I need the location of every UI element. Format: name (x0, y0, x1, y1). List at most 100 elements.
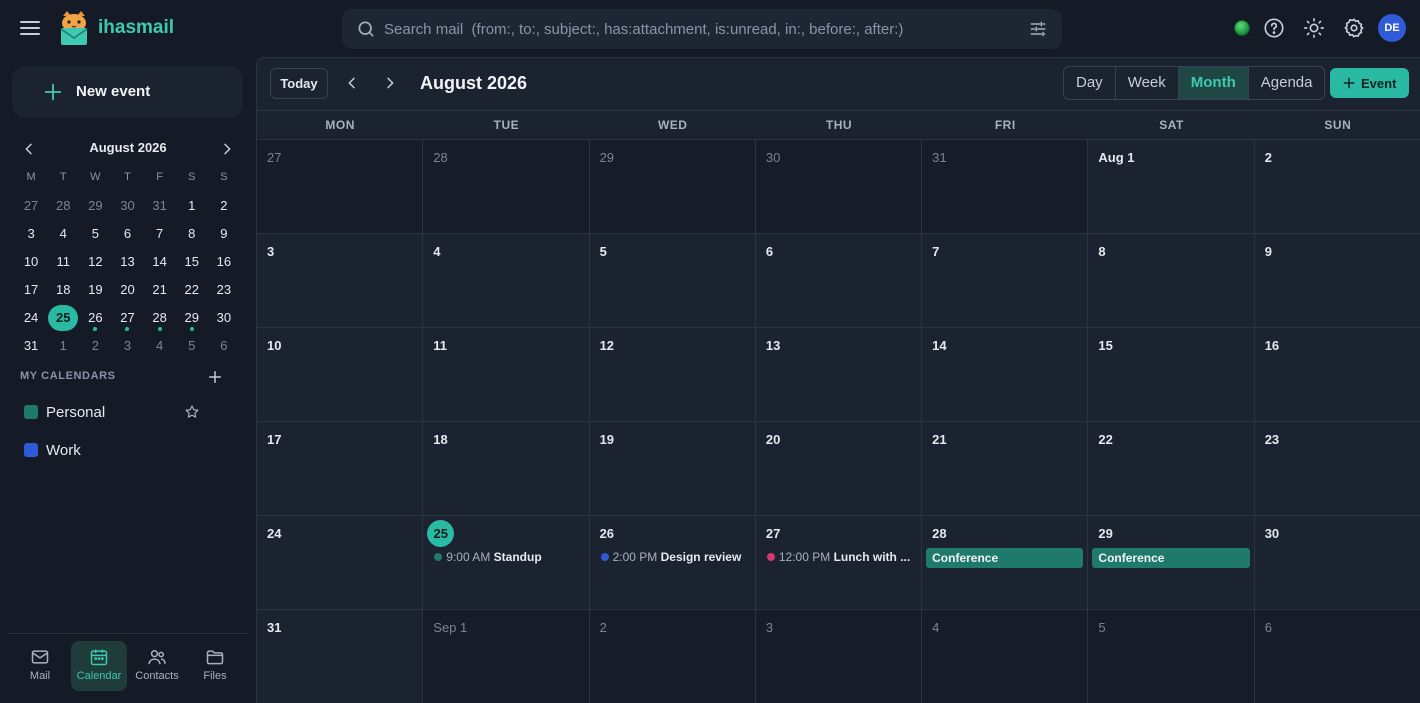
mini-day[interactable]: 3 (15, 220, 47, 248)
mini-day[interactable]: 2 (79, 332, 111, 360)
all-day-event[interactable]: Conference (1092, 548, 1250, 568)
mini-day[interactable]: 6 (208, 332, 240, 360)
day-cell[interactable]: 2 (589, 610, 756, 703)
day-cell[interactable]: 16 (1255, 328, 1420, 421)
nav-contacts[interactable]: Contacts (129, 641, 185, 691)
mini-day[interactable]: 27 (111, 304, 143, 332)
mini-day[interactable]: 3 (111, 332, 143, 360)
mini-day[interactable]: 27 (15, 192, 47, 220)
mini-day[interactable]: 19 (79, 276, 111, 304)
add-calendar-icon[interactable] (206, 368, 224, 386)
mini-day[interactable]: 14 (144, 248, 176, 276)
day-cell[interactable]: 15 (1088, 328, 1255, 421)
settings-gear-icon[interactable] (1343, 17, 1365, 39)
calendar-event[interactable]: 2:00 PM Design review (600, 550, 747, 566)
new-event-button[interactable]: New event (12, 67, 243, 117)
day-cell[interactable]: 19 (590, 422, 756, 515)
mini-day[interactable]: 30 (111, 192, 143, 220)
mini-day[interactable]: 16 (208, 248, 240, 276)
day-cell[interactable]: 30 (1255, 516, 1420, 609)
mini-day[interactable]: 1 (176, 192, 208, 220)
day-cell[interactable]: 23 (1255, 422, 1420, 515)
mini-day-today[interactable]: 25 (47, 304, 79, 332)
day-cell[interactable]: 7 (922, 234, 1089, 327)
mini-day[interactable]: 4 (47, 220, 79, 248)
day-cell[interactable]: 27 (257, 140, 424, 233)
mini-day[interactable]: 4 (144, 332, 176, 360)
mini-day[interactable]: 9 (208, 220, 240, 248)
mini-day[interactable]: 10 (15, 248, 47, 276)
mini-day[interactable]: 31 (144, 192, 176, 220)
mini-day[interactable]: 15 (176, 248, 208, 276)
add-event-button[interactable]: Event (1330, 68, 1409, 98)
day-cell[interactable]: 13 (756, 328, 923, 421)
mini-day[interactable]: 28 (47, 192, 79, 220)
mini-day[interactable]: 6 (111, 220, 143, 248)
day-cell[interactable]: 6 (756, 234, 923, 327)
day-cell[interactable]: 9 (1255, 234, 1420, 327)
day-cell[interactable]: Aug 1 (1088, 140, 1255, 233)
day-cell[interactable]: 14 (922, 328, 1089, 421)
mini-day[interactable]: 11 (47, 248, 79, 276)
mini-day[interactable]: 5 (176, 332, 208, 360)
view-week-button[interactable]: Week (1116, 67, 1179, 99)
calendar-event[interactable]: 12:00 PM Lunch with ... (766, 550, 913, 566)
mini-day[interactable]: 21 (144, 276, 176, 304)
nav-calendar[interactable]: Calendar (71, 641, 127, 691)
mini-day[interactable]: 24 (15, 304, 47, 332)
day-cell[interactable]: 28 (423, 140, 590, 233)
mini-day[interactable]: 31 (15, 332, 47, 360)
day-cell[interactable]: 30 (755, 140, 923, 233)
day-cell-today[interactable]: 25 9:00 AM Standup (423, 516, 590, 609)
day-cell[interactable]: 26 2:00 PM Design review (590, 516, 756, 609)
filter-sliders-icon[interactable] (1028, 19, 1048, 39)
day-cell[interactable]: 31 (922, 140, 1089, 233)
nav-mail[interactable]: Mail (12, 641, 68, 691)
day-cell[interactable]: 5 (590, 234, 756, 327)
mini-day[interactable]: 28 (144, 304, 176, 332)
mini-calendar-prev-icon[interactable] (21, 141, 37, 157)
day-cell[interactable]: 24 (257, 516, 424, 609)
all-day-event[interactable]: Conference (926, 548, 1084, 568)
mini-day[interactable]: 22 (176, 276, 208, 304)
view-day-button[interactable]: Day (1064, 67, 1116, 99)
day-cell[interactable]: Sep 1 (423, 610, 590, 703)
mini-day[interactable]: 12 (79, 248, 111, 276)
day-cell[interactable]: 3 (755, 610, 923, 703)
mini-day[interactable]: 20 (111, 276, 143, 304)
search-input[interactable] (384, 9, 1014, 49)
mini-day[interactable]: 17 (15, 276, 47, 304)
mini-day[interactable]: 7 (144, 220, 176, 248)
day-cell[interactable]: 4 (423, 234, 590, 327)
day-cell[interactable]: 2 (1255, 140, 1420, 233)
day-cell[interactable]: 6 (1254, 610, 1420, 703)
menu-icon[interactable] (18, 16, 42, 40)
mini-day[interactable]: 23 (208, 276, 240, 304)
day-cell[interactable]: 22 (1088, 422, 1255, 515)
view-month-button[interactable]: Month (1178, 67, 1249, 99)
mini-day[interactable]: 5 (79, 220, 111, 248)
nav-files[interactable]: Files (187, 641, 243, 691)
day-cell[interactable]: 29 (589, 140, 756, 233)
day-cell[interactable]: 17 (257, 422, 424, 515)
mini-calendar-next-icon[interactable] (219, 141, 235, 157)
mini-day[interactable]: 8 (176, 220, 208, 248)
help-icon[interactable] (1263, 17, 1285, 39)
mini-day[interactable]: 30 (208, 304, 240, 332)
day-cell[interactable]: 12 (590, 328, 756, 421)
day-cell[interactable]: 11 (423, 328, 590, 421)
day-cell[interactable]: 29 Conference (1088, 516, 1255, 609)
mini-day[interactable]: 2 (208, 192, 240, 220)
mini-day[interactable]: 29 (79, 192, 111, 220)
day-cell[interactable]: 10 (257, 328, 424, 421)
calendar-item-work[interactable]: Work (12, 433, 243, 467)
day-cell[interactable]: 3 (257, 234, 424, 327)
day-cell[interactable]: 28 Conference (922, 516, 1089, 609)
mini-day[interactable]: 29 (176, 304, 208, 332)
day-cell[interactable]: 20 (756, 422, 923, 515)
mini-day[interactable]: 26 (79, 304, 111, 332)
day-cell[interactable]: 5 (1088, 610, 1255, 703)
view-agenda-button[interactable]: Agenda (1249, 67, 1325, 99)
today-button[interactable]: Today (270, 68, 328, 99)
day-cell[interactable]: 18 (423, 422, 590, 515)
